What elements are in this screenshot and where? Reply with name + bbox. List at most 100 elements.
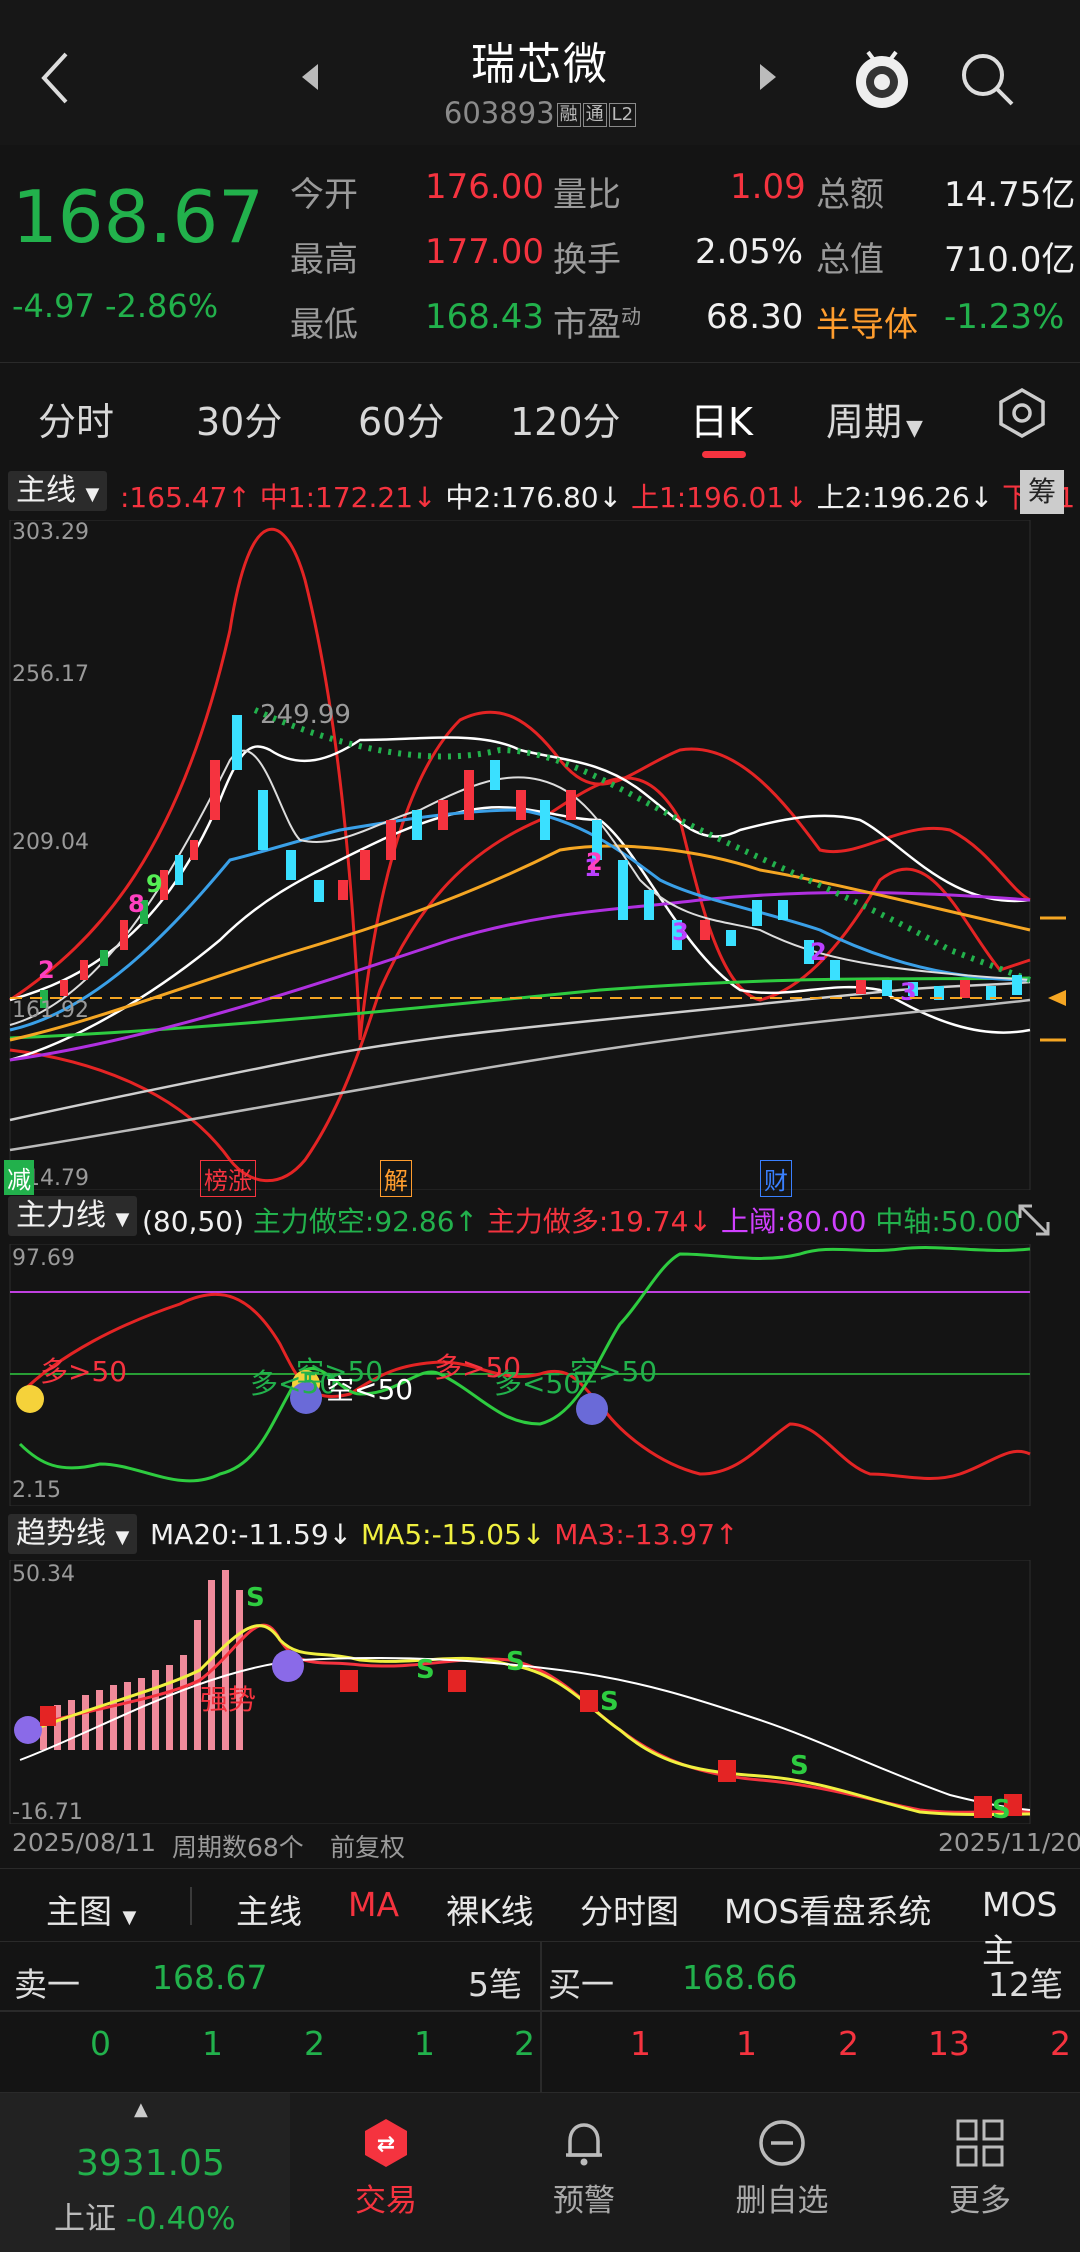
caret-down-icon: ▼	[115, 1527, 130, 1548]
sector-pct: -1.23%	[944, 297, 1065, 337]
mf-indicator-values: (80,50) 主力做空:92.86↑ 主力做多:19.74↓ 上阈:80.00…	[142, 1200, 1021, 1240]
svg-text:9: 9	[146, 870, 163, 898]
main-selector-label: 主线	[16, 473, 76, 508]
turnover-label: 换手	[553, 240, 621, 280]
main-kline-chart[interactable]: 2 8 9 1 2 3 2 3	[0, 519, 1080, 1191]
svg-text:S: S	[506, 1647, 525, 1677]
page-title: 瑞芯微	[471, 39, 609, 90]
main-indicator-selector[interactable]: 主线 ▼	[8, 471, 108, 511]
next-stock-icon[interactable]	[758, 62, 778, 96]
mf-y-top: 97.69	[12, 1246, 75, 1271]
mf-val-mid: 中轴:50.00	[875, 1205, 1021, 1238]
divider	[540, 1942, 542, 2092]
caret-down-icon: ▼	[115, 1209, 130, 1230]
trend-indicator-values: MA20:-11.59↓ MA5:-15.05↓ MA3:-13.97↑	[150, 1518, 739, 1551]
price-change: -4.97 -2.86%	[12, 287, 218, 325]
trend-indicator-selector[interactable]: 趋势线 ▼	[8, 1514, 138, 1554]
index-pct: -0.40%	[125, 2201, 236, 2237]
event-tag-ranking[interactable]: 榜涨	[200, 1160, 256, 1197]
ask1-price: 168.67	[152, 1958, 268, 1997]
trend-val-ma3: MA3:-13.97↑	[554, 1518, 739, 1551]
quote-panel: 168.67 -4.97 -2.86% 今开 176.00 最高 177.00 …	[0, 145, 1080, 360]
mf-annot-0: 多>50	[40, 1355, 128, 1388]
nav-remove-watchlist[interactable]: 删自选	[702, 2093, 862, 2220]
period-tabs: 分时 30分 60分 120分 日K 周期 ▼	[0, 362, 1080, 473]
tab-60min[interactable]: 60分	[358, 391, 444, 446]
sector-name[interactable]: 半导体	[816, 297, 918, 346]
amount-value: 14.75亿	[944, 175, 1076, 215]
change-pct: -2.86%	[104, 287, 219, 325]
mf-annot-3: 空<50	[326, 1373, 414, 1406]
trend-val-ma20: MA20:-11.59↓	[150, 1518, 353, 1551]
settings-hex-icon[interactable]	[996, 387, 1048, 443]
mf-params: (80,50)	[142, 1205, 245, 1238]
subtab-naked-k[interactable]: 裸K线	[446, 1885, 534, 1933]
remove-circle-icon	[756, 2117, 808, 2169]
ask-queue-4: 2	[514, 2024, 535, 2063]
tab-intraday[interactable]: 分时	[38, 391, 114, 446]
tab-daily[interactable]: 日K	[690, 391, 753, 446]
subtab-intraday-chart[interactable]: 分时图	[580, 1885, 679, 1933]
tab-period-dropdown[interactable]: 周期 ▼	[826, 391, 923, 446]
ask1-count: 5笔	[468, 1965, 522, 2004]
expand-icon[interactable]	[1014, 1200, 1054, 1244]
peak-price-label: 249.99	[260, 700, 351, 730]
event-tag-finance[interactable]: 财	[760, 1160, 792, 1197]
robot-assistant-icon[interactable]	[850, 44, 914, 118]
bid1-label: 买一	[548, 1965, 614, 2004]
bid-queue-0: 1	[630, 2024, 651, 2063]
mf-val-long: 主力做多:19.74↓	[486, 1205, 712, 1238]
prev-stock-icon[interactable]	[300, 62, 320, 96]
trend-chart[interactable]: S S S S S S	[0, 1559, 1080, 1825]
svg-text:S: S	[246, 1583, 265, 1613]
subtab-main-chart-label: 主图	[46, 1892, 112, 1931]
ask-queue-1: 1	[202, 2024, 223, 2063]
open-label: 今开	[290, 175, 358, 215]
active-tab-indicator	[702, 451, 746, 458]
svg-text:S: S	[992, 1795, 1011, 1824]
main-val-0: :165.47↑	[120, 481, 251, 514]
subtab-mos-system[interactable]: MOS看盘系统	[724, 1885, 931, 1933]
index-value: 3931.05	[76, 2143, 225, 2184]
high-value: 177.00	[425, 232, 544, 272]
event-tag-reduce[interactable]: 减	[4, 1160, 34, 1195]
caret-down-icon: ▼	[906, 416, 923, 441]
ask1-label: 卖一	[14, 1965, 80, 2004]
amount-label: 总额	[816, 175, 884, 215]
subtab-ma[interactable]: MA	[348, 1885, 399, 1924]
trade-icon: ⇄	[360, 2117, 412, 2169]
last-price: 168.67	[12, 175, 264, 259]
change-value: -4.97	[12, 287, 95, 325]
nav-trade[interactable]: ⇄ 交易	[306, 2093, 466, 2220]
vol-ratio-label: 量比	[553, 175, 621, 215]
main-val-3: 上1:196.01↓	[630, 481, 808, 514]
index-change: 上证 -0.40%	[54, 2193, 236, 2238]
nav-alert[interactable]: 预警	[504, 2093, 664, 2220]
subtab-main-chart[interactable]: 主图 ▼	[46, 1885, 136, 1933]
divider	[0, 2010, 1080, 2012]
tab-30min[interactable]: 30分	[196, 391, 282, 446]
svg-text:8: 8	[128, 890, 145, 918]
svg-text:3: 3	[900, 978, 917, 1006]
axis-adjust-mode[interactable]: 前复权	[330, 1828, 405, 1864]
svg-text:3: 3	[672, 918, 689, 946]
main-indicator-values: :165.47↑ 中1:172.21↓ 中2:176.80↓ 上1:196.01…	[120, 476, 1075, 516]
mf-annot-5: 多<50	[494, 1367, 582, 1400]
svg-text:S: S	[790, 1751, 809, 1781]
subtab-mainline[interactable]: 主线	[236, 1885, 302, 1933]
back-icon[interactable]	[36, 48, 76, 108]
event-tag-unlock[interactable]: 解	[380, 1160, 412, 1197]
index-ticker[interactable]: ▲ 3931.05 上证 -0.40%	[0, 2093, 290, 2252]
nav-more[interactable]: 更多	[900, 2093, 1060, 2220]
mf-indicator-selector[interactable]: 主力线 ▼	[8, 1196, 138, 1236]
pe-label-text: 市盈	[553, 305, 621, 345]
svg-text:S: S	[416, 1655, 435, 1685]
svg-text:2: 2	[38, 956, 55, 984]
y-label-3: 209.04	[12, 830, 89, 855]
bottom-nav: ▲ 3931.05 上证 -0.40% ⇄ 交易 预警 删自选 更多	[0, 2092, 1080, 2252]
nav-trade-label: 交易	[355, 2183, 417, 2219]
tab-120min[interactable]: 120分	[510, 391, 621, 446]
chip-distribution-button[interactable]: 筹	[1020, 470, 1064, 514]
divider	[190, 1887, 192, 1925]
search-icon[interactable]	[958, 50, 1018, 114]
